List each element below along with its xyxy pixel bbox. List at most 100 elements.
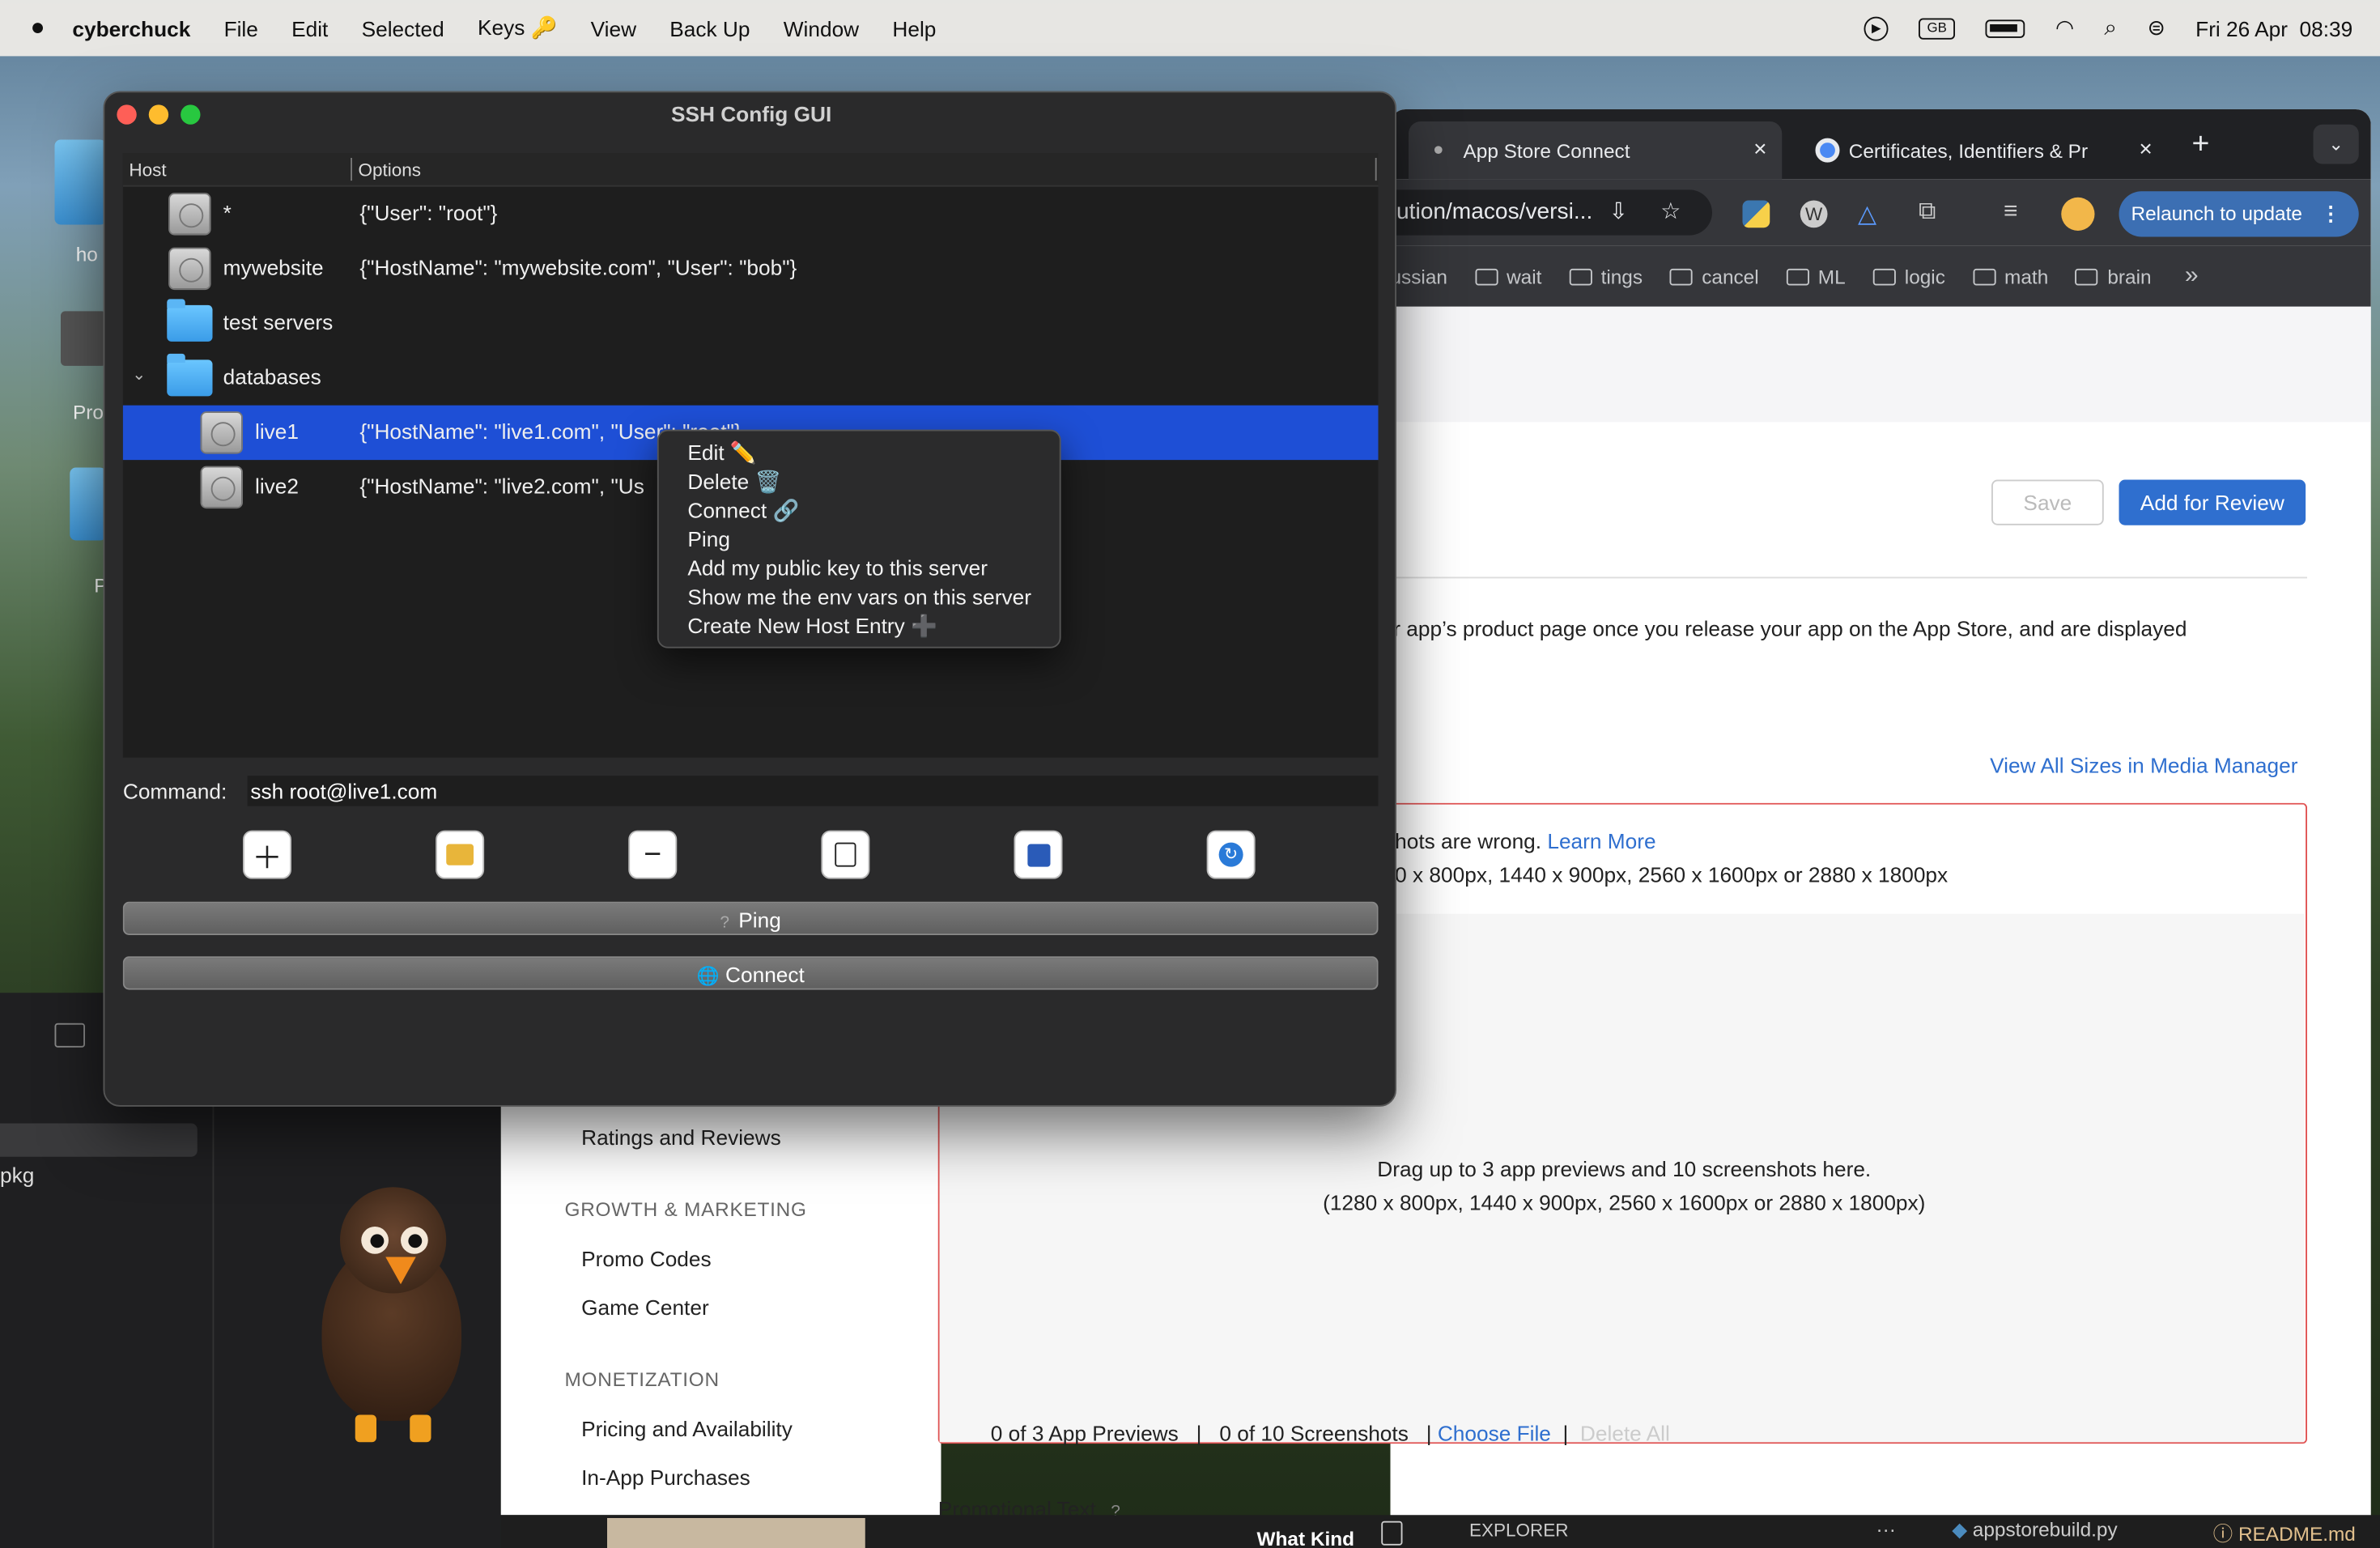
bookmark-folder[interactable]: logic [1872, 265, 1945, 287]
column-divider[interactable] [351, 158, 352, 181]
bookmarks-overflow-icon[interactable]: » [2185, 262, 2199, 290]
sidebar-section-growth: GROWTH & MARKETING [564, 1197, 807, 1221]
save-button[interactable]: Save [1991, 479, 2104, 525]
wifi-icon[interactable]: ◠ [2055, 15, 2074, 41]
python-extension-icon[interactable] [1742, 200, 1770, 228]
add-folder-button[interactable] [436, 830, 485, 879]
sidebar-item-promo-codes[interactable]: Promo Codes [581, 1246, 711, 1270]
tree-row[interactable]: * {"User": "root"} [123, 187, 1379, 242]
close-window-button[interactable] [117, 104, 137, 125]
minimize-window-button[interactable] [148, 104, 169, 125]
save-config-button[interactable] [1014, 830, 1063, 879]
menu-app-name[interactable]: cyberchuck [72, 16, 190, 40]
sidebar-item-game-center[interactable]: Game Center [581, 1295, 709, 1319]
sidebar-item-ratings[interactable]: Ratings and Reviews [581, 1125, 781, 1149]
menu-window[interactable]: Window [784, 16, 859, 40]
refresh-button[interactable]: ↻ [1206, 830, 1256, 879]
tab-certificates[interactable]: Certificates, Identifiers & Pr × [1794, 121, 2167, 179]
server-disk-icon [200, 466, 243, 509]
editor-tab-readme[interactable]: ⓘ README.md [2213, 1518, 2356, 1547]
desktop-folder-icon[interactable] [54, 139, 107, 225]
drive-extension-icon[interactable]: △ [1858, 199, 1876, 230]
command-label: Command: [122, 778, 227, 803]
bookmark-folder[interactable]: cancel [1669, 265, 1759, 287]
close-tab-icon[interactable]: × [1753, 137, 1766, 163]
new-tab-button[interactable]: + [2192, 128, 2210, 163]
menu-help[interactable]: Help [892, 16, 936, 40]
view-all-sizes-link[interactable]: View All Sizes in Media Manager [1990, 753, 2297, 777]
tab-search-button[interactable]: ⌄ [2313, 124, 2359, 164]
add-for-review-button[interactable]: Add for Review [2119, 479, 2306, 525]
tree-row-group[interactable]: test servers [123, 296, 1379, 351]
bookmark-folder[interactable]: ML [1786, 265, 1846, 287]
tree-row-group[interactable]: ⌄ databases [123, 351, 1379, 406]
menu-file[interactable]: File [224, 16, 258, 40]
menu-selected[interactable]: Selected [362, 16, 444, 40]
folder-icon [167, 299, 213, 342]
profile-avatar[interactable] [2061, 197, 2095, 231]
drag-instructions: Drag up to 3 app previews and 10 screens… [1377, 1156, 1872, 1181]
menu-item-create-host[interactable]: Create New Host Entry ➕ [687, 614, 937, 640]
url-text[interactable]: ution/macos/versi... [1396, 199, 1592, 225]
view-config-button[interactable] [821, 830, 870, 879]
address-bar[interactable]: ution/macos/versi... ⇩ ☆ [1390, 189, 1712, 236]
finder-selected-row[interactable] [0, 1123, 198, 1157]
menu-back-up[interactable]: Back Up [669, 16, 750, 40]
column-header-host[interactable]: Host [129, 159, 166, 181]
desktop-folder-icon[interactable] [70, 467, 107, 541]
menu-view[interactable]: View [591, 16, 636, 40]
bookmark-folder[interactable]: brain [2076, 265, 2152, 287]
extension-w-icon[interactable]: W [1800, 200, 1828, 228]
bookmark-folder[interactable]: wait [1474, 265, 1541, 287]
column-header-options[interactable]: Options [359, 159, 422, 181]
tab-app-store-connect[interactable]: ● App Store Connect × [1409, 121, 1783, 180]
spotlight-search-icon[interactable]: ⌕ [2104, 15, 2117, 41]
desktop-app-icon[interactable] [61, 311, 107, 366]
relaunch-to-update-button[interactable]: Relaunch to update ⋮ [2119, 191, 2359, 237]
zoom-window-button[interactable] [181, 104, 201, 125]
menu-item-connect[interactable]: Connect 🔗 [687, 498, 799, 524]
bookmark-folder[interactable]: tings [1569, 265, 1643, 287]
menu-item-ping[interactable]: Ping [687, 527, 730, 551]
bookmark-folder[interactable]: math [1972, 265, 2048, 287]
menu-item-add-public-key[interactable]: Add my public key to this server [687, 555, 988, 580]
desktop-label: Pro [73, 401, 104, 424]
menu-item-delete[interactable]: Delete 🗑️ [687, 469, 781, 495]
battery-icon[interactable] [1985, 19, 2025, 37]
bookmark-item[interactable]: ussian [1391, 265, 1447, 287]
add-host-button[interactable]: ＋ [243, 830, 291, 879]
control-center-icon[interactable]: ⊜ [2148, 15, 2165, 41]
remove-host-button[interactable]: − [628, 830, 678, 879]
close-tab-icon[interactable]: × [2139, 137, 2152, 163]
command-field[interactable]: ssh root@live1.com [247, 776, 1379, 806]
apple-menu-icon[interactable]: ● [31, 15, 45, 42]
ping-button[interactable]: ? Ping [122, 901, 1379, 935]
menu-edit[interactable]: Edit [291, 16, 328, 40]
clock[interactable]: Fri 26 Apr 08:39 [2195, 16, 2352, 40]
copy-icon[interactable] [1381, 1520, 1403, 1546]
menu-item-edit[interactable]: Edit ✏️ [687, 440, 756, 466]
install-icon[interactable]: ⇩ [1609, 189, 1629, 235]
tab-label: App Store Connect [1463, 138, 1630, 162]
input-source-indicator[interactable]: GB [1919, 17, 1956, 39]
sidebar-item-pricing[interactable]: Pricing and Availability [581, 1416, 793, 1440]
menu-keys[interactable]: Keys 🔑 [478, 15, 557, 41]
more-menu-icon[interactable]: ⋮ [2321, 191, 2340, 236]
sidebar-item-in-app-purchases[interactable]: In-App Purchases [581, 1465, 750, 1489]
connect-button[interactable]: 🌐 Connect [122, 956, 1379, 990]
reading-list-icon[interactable]: ≡ [2004, 199, 2018, 227]
tree-row[interactable]: mywebsite {"HostName": "mywebsite.com", … [123, 241, 1379, 296]
menu-item-show-env-vars[interactable]: Show me the env vars on this server [687, 585, 1031, 609]
finder-file-label[interactable]: pkg [0, 1163, 34, 1187]
delete-all-link[interactable]: Delete All [1580, 1421, 1670, 1445]
media-counts: 0 of 3 App Previews | 0 of 10 Screenshot… [990, 1421, 1670, 1445]
play-status-icon[interactable]: ▶ [1864, 15, 1889, 40]
bookmark-star-icon[interactable]: ☆ [1660, 189, 1681, 235]
column-view-icon[interactable] [54, 1023, 85, 1048]
editor-tab-appstorebuild[interactable]: ◆ appstorebuild.py [1952, 1518, 2117, 1542]
disclosure-chevron-icon[interactable]: ⌄ [132, 364, 146, 385]
explorer-more-icon[interactable]: ··· [1876, 1518, 1896, 1541]
choose-file-link[interactable]: Choose File [1438, 1421, 1551, 1445]
extensions-puzzle-icon[interactable]: ⧉ [1919, 199, 1936, 227]
learn-more-link[interactable]: Learn More [1547, 829, 1655, 853]
